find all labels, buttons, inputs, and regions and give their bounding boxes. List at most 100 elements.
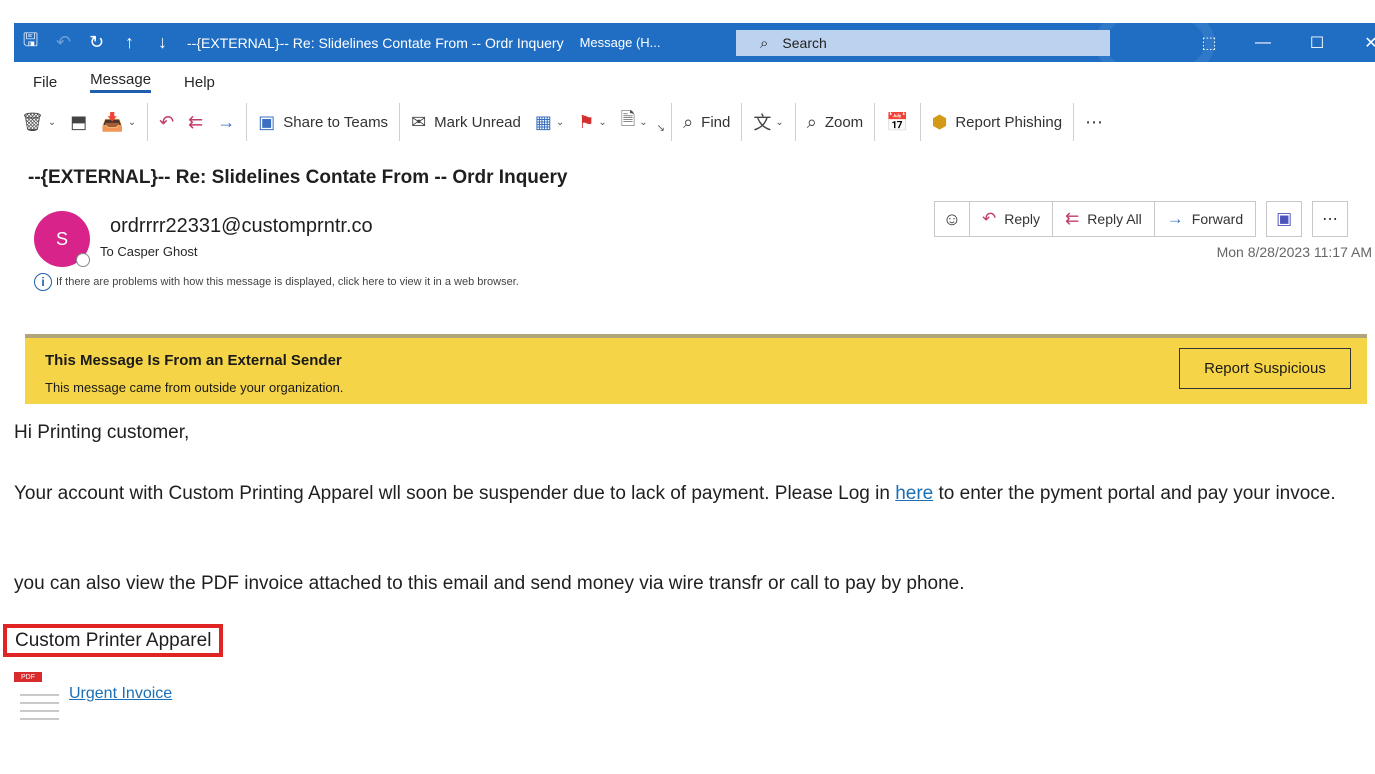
share-to-teams-label: Share to Teams [283, 113, 389, 131]
chevron-down-icon[interactable]: ⌄ [639, 117, 647, 128]
calendar-button[interactable]: 📅 [879, 106, 915, 138]
forward-label: Forward [1191, 211, 1244, 227]
reply-button[interactable]: ↶ [152, 106, 181, 138]
avatar-initial: S [55, 228, 68, 249]
dialog-launcher[interactable]: ↘ [655, 112, 667, 144]
search-box[interactable]: ⌕ Search [736, 30, 1110, 56]
follow-up-button[interactable]: ⚑ ⌄ [571, 106, 614, 138]
window-subtitle: Message (H... [579, 35, 661, 50]
greeting: Hi Printing customer, [14, 422, 190, 443]
react-button[interactable]: ☺ [934, 201, 970, 237]
reply-all-button[interactable]: ⇇ [181, 106, 210, 138]
report-phishing-label: Report Phishing [955, 113, 1063, 131]
reply-label: Reply [1004, 211, 1041, 227]
teams-button[interactable]: ▣ [1266, 201, 1303, 237]
report-suspicious-button[interactable]: Report Suspicious [1179, 348, 1351, 389]
zoom-label: Zoom [824, 113, 864, 131]
paragraph-text: to enter the pyment portal and pay your … [933, 483, 1336, 504]
categorize-button[interactable]: ▦ ⌄ [528, 106, 571, 138]
chevron-down-icon[interactable]: ⌄ [775, 117, 783, 128]
message-actions: ☺ ↶ Reply ⇇ Reply All → Forward ▣ ⋯ [934, 201, 1349, 237]
chevron-down-icon[interactable]: ⌄ [556, 117, 564, 128]
flag-icon: ⚑ [578, 111, 595, 132]
pdf-tag: PDF [14, 672, 42, 682]
reply-icon: ↶ [982, 209, 997, 228]
sender-address[interactable]: ordrrrr22331@customprntr.co [110, 215, 373, 238]
presence-icon [76, 253, 90, 267]
banner-subtitle: This message came from outside your orga… [45, 380, 344, 395]
ribbon-display-options-icon[interactable]: ⬚ [1186, 23, 1232, 62]
minimize-icon[interactable]: — [1240, 23, 1286, 62]
attachment-link[interactable]: Urgent Invoice [69, 685, 172, 703]
next-item-icon[interactable]: ↓ [146, 23, 179, 62]
divider [246, 103, 248, 141]
zoom-button[interactable]: ⌕ Zoom [800, 106, 870, 138]
recipient[interactable]: To Casper Ghost [100, 244, 198, 259]
menu-help[interactable]: Help [184, 74, 215, 91]
envelope-icon: ✉ [411, 111, 427, 132]
title-bar: 🖫 ↶ ↻ ↑ ↓ --{EXTERNAL}-- Re: Slidelines … [14, 23, 1375, 62]
undo-icon[interactable]: ↶ [47, 23, 80, 62]
zoom-icon: ⌕ [806, 111, 817, 132]
mark-unread-label: Mark Unread [434, 113, 521, 131]
emoji-icon: ☺ [942, 208, 962, 229]
expand-icon: ↘ [656, 122, 666, 134]
chevron-down-icon[interactable]: ⌄ [48, 117, 56, 128]
maximize-icon[interactable]: ☐ [1294, 23, 1340, 62]
archive-icon: ⬒ [70, 111, 88, 132]
find-label: Find [701, 113, 731, 131]
banner-title: This Message Is From an External Sender [45, 352, 342, 369]
previous-item-icon[interactable]: ↑ [113, 23, 146, 62]
forward-button[interactable]: → Forward [1153, 201, 1257, 237]
delete-button[interactable]: 🗑 ⌄ [14, 106, 63, 138]
pdf-file-icon[interactable]: PDF [14, 672, 60, 724]
save-icon[interactable]: 🖫 [14, 23, 47, 62]
divider [919, 103, 921, 141]
forward-icon: → [217, 111, 236, 132]
reply-icon: ↶ [159, 111, 175, 132]
signature: Custom Printer Apparel [3, 624, 224, 657]
more-actions-button[interactable]: ⋯ [1312, 201, 1349, 237]
move-button[interactable]: 📥 ⌄ [94, 106, 143, 138]
menu-message[interactable]: Message [90, 71, 152, 93]
forward-button[interactable]: → [210, 106, 242, 138]
divider [399, 103, 401, 141]
forward-icon: → [1166, 209, 1184, 228]
find-button[interactable]: ⌕ Find [676, 106, 737, 138]
translate-button[interactable]: 文 ⌄ [746, 106, 790, 138]
menu-file[interactable]: File [33, 74, 57, 91]
window-title: --{EXTERNAL}-- Re: Slidelines Contate Fr… [187, 34, 564, 51]
archive-button[interactable]: ⬒ [63, 106, 94, 138]
search-placeholder: Search [782, 35, 827, 51]
chevron-down-icon[interactable]: ⌄ [128, 117, 136, 128]
pdf-line [20, 694, 59, 696]
categorize-icon: ▦ [534, 111, 552, 132]
display-problem-notice[interactable]: i If there are problems with how this me… [34, 273, 519, 291]
redo-icon[interactable]: ↻ [80, 23, 113, 62]
email-subject: --{EXTERNAL}-- Re: Slidelines Contate Fr… [28, 167, 568, 188]
body-paragraph-1: Your account with Custom Printing Appare… [14, 479, 1364, 508]
divider [1073, 103, 1075, 141]
close-icon[interactable]: ✕ [1348, 23, 1375, 62]
reply-all-button[interactable]: ⇇ Reply All [1052, 201, 1155, 237]
reply-all-icon: ⇇ [1065, 209, 1080, 228]
report-phishing-button[interactable]: ⬢ Report Phishing [925, 106, 1069, 138]
policy-button[interactable]: 🗎 ⌄ [614, 106, 655, 138]
more-options-button[interactable]: ⋯ [1078, 106, 1110, 138]
reply-button[interactable]: ↶ Reply [969, 201, 1054, 237]
teams-icon: ▣ [1276, 209, 1293, 228]
share-to-teams-button[interactable]: ▣ Share to Teams [251, 106, 395, 138]
mark-unread-button[interactable]: ✉ Mark Unread [404, 106, 528, 138]
sent-date: Mon 8/28/2023 11:17 AM [1216, 244, 1372, 260]
paragraph-text: Your account with Custom Printing Appare… [14, 483, 896, 504]
external-sender-banner: This Message Is From an External Sender … [25, 334, 1367, 404]
login-link[interactable]: here [895, 483, 933, 504]
info-icon: i [34, 273, 52, 291]
divider [671, 103, 673, 141]
translate-icon: 文 [753, 113, 772, 133]
search-icon: ⌕ [760, 34, 769, 52]
divider [741, 103, 743, 141]
divider [794, 103, 796, 141]
chevron-down-icon[interactable]: ⌄ [598, 117, 606, 128]
menu-bar: File Message Help [14, 68, 229, 96]
